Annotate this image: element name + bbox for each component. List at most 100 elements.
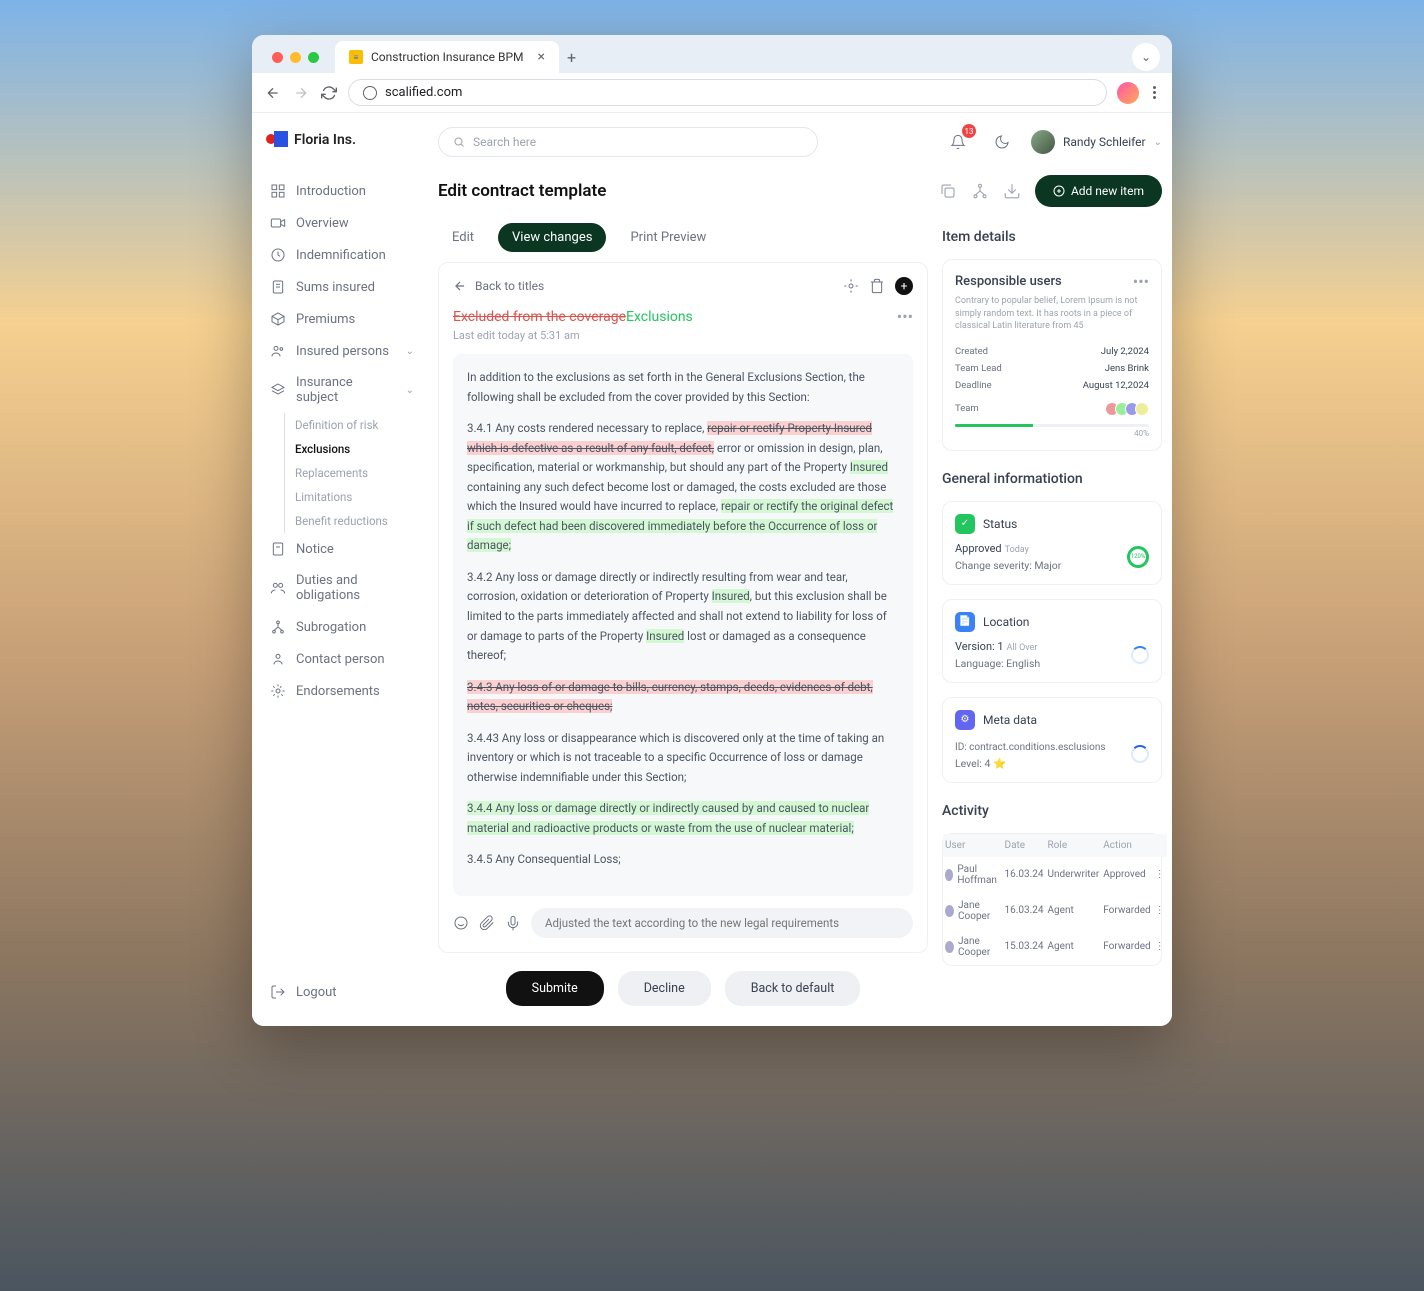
sidebar-label: Contact person	[296, 652, 385, 667]
activity-action: Forwarded	[1101, 893, 1152, 929]
emoji-icon[interactable]	[453, 915, 469, 931]
browser-menu-button[interactable]	[1149, 82, 1160, 103]
search-placeholder: Search here	[473, 135, 536, 149]
browser-window: ≡ Construction Insurance BPM × + ⌄ scali…	[252, 35, 1172, 1026]
arrow-left-icon	[453, 279, 467, 293]
sidebar-item-insured-persons[interactable]: Insured persons ⌄	[266, 335, 418, 367]
tab-print-preview[interactable]: Print Preview	[616, 223, 720, 252]
add-icon[interactable]: +	[895, 277, 913, 295]
th-role: Role	[1046, 834, 1102, 857]
sidebar: Floria Ins. Introduction Overview Indemn…	[252, 113, 432, 1026]
sidebar-label: Insurance subject	[296, 375, 396, 405]
version-sub: All Over	[1007, 643, 1038, 653]
sidebar-item-contact[interactable]: Contact person	[266, 643, 418, 675]
copy-icon[interactable]	[939, 182, 957, 200]
item-details-heading: Item details	[942, 229, 1162, 245]
activity-row: Jane Cooper15.03.24AgentForwarded⋮	[943, 929, 1167, 965]
add-new-item-button[interactable]: Add new item	[1035, 175, 1162, 207]
theme-toggle[interactable]	[987, 127, 1017, 157]
row-more-icon[interactable]: ⋮	[1153, 929, 1167, 965]
add-button-label: Add new item	[1071, 184, 1144, 198]
group-icon	[270, 580, 286, 596]
download-icon[interactable]	[1003, 182, 1021, 200]
submit-button[interactable]: Submite	[506, 971, 604, 1006]
sub-item-exclusions[interactable]: Exclusions	[285, 437, 418, 461]
browser-tab[interactable]: ≡ Construction Insurance BPM ×	[335, 41, 559, 73]
profile-button[interactable]	[1117, 82, 1139, 104]
paragraph-343: 3.4.3 Any loss of or damage to bills, cu…	[467, 678, 899, 717]
settings-icon[interactable]	[843, 278, 859, 294]
brand[interactable]: Floria Ins.	[266, 131, 418, 149]
team-avatars[interactable]	[1109, 402, 1149, 416]
sidebar-item-overview[interactable]: Overview	[266, 207, 418, 239]
language: Language: English	[955, 657, 1040, 670]
th-user: User	[943, 834, 1003, 857]
sub-item-benefit[interactable]: Benefit reductions	[285, 509, 418, 533]
activity-date: 16.03.24	[1003, 857, 1046, 893]
progress-bar	[955, 424, 1149, 427]
sidebar-item-subrogation[interactable]: Subrogation	[266, 611, 418, 643]
row-more-icon[interactable]: ⋮	[1153, 893, 1167, 929]
content-column: Search here 13 Randy Schleifer	[438, 127, 1162, 1006]
tab-view-changes[interactable]: View changes	[498, 223, 606, 252]
general-info-heading: General informatiotion	[942, 471, 1162, 487]
search-input[interactable]: Search here	[438, 127, 818, 157]
tabs-overflow-button[interactable]: ⌄	[1132, 43, 1160, 71]
sub-item-limitations[interactable]: Limitations	[285, 485, 418, 509]
more-icon[interactable]: •••	[897, 307, 913, 326]
back-to-titles[interactable]: Back to titles	[453, 279, 544, 293]
user-menu[interactable]: Randy Schleifer ⌄	[1031, 130, 1162, 154]
sidebar-item-sums-insured[interactable]: Sums insured	[266, 271, 418, 303]
activity-row: Jane Cooper16.03.24AgentForwarded⋮	[943, 893, 1167, 929]
avatar	[1135, 402, 1149, 416]
responsible-panel: Responsible users ••• Contrary to popula…	[942, 259, 1162, 451]
forward-button[interactable]	[292, 84, 310, 102]
new-tab-button[interactable]: +	[567, 48, 576, 67]
activity-row: Paul Hoffman16.03.24UnderwriterApproved⋮	[943, 857, 1167, 893]
activity-date: 15.03.24	[1003, 929, 1046, 965]
back-label: Back to titles	[475, 279, 544, 293]
sidebar-item-introduction[interactable]: Introduction	[266, 175, 418, 207]
decline-button[interactable]: Decline	[618, 971, 711, 1006]
maximize-window-button[interactable]	[308, 52, 319, 63]
plus-circle-icon	[1053, 185, 1065, 197]
logout-button[interactable]: Logout	[266, 976, 418, 1008]
sidebar-label: Subrogation	[296, 620, 366, 635]
sidebar-item-insurance-subject[interactable]: Insurance subject ⌄	[266, 367, 418, 413]
comment-input[interactable]	[531, 908, 913, 938]
activity-action: Approved	[1101, 857, 1152, 893]
reload-button[interactable]	[320, 84, 338, 102]
close-tab-icon[interactable]: ×	[537, 49, 544, 65]
sidebar-item-indemnification[interactable]: Indemnification	[266, 239, 418, 271]
minimize-window-button[interactable]	[290, 52, 301, 63]
sidebar-item-premiums[interactable]: Premiums	[266, 303, 418, 335]
url-bar[interactable]: scalified.com	[348, 79, 1107, 106]
row-more-icon[interactable]: ⋮	[1153, 857, 1167, 893]
sidebar-item-notice[interactable]: Notice	[266, 533, 418, 565]
more-icon[interactable]: •••	[1133, 272, 1149, 291]
sidebar-item-endorsements[interactable]: Endorsements	[266, 675, 418, 707]
globe-icon	[363, 86, 377, 100]
attachment-icon[interactable]	[479, 915, 495, 931]
tab-edit[interactable]: Edit	[438, 223, 488, 252]
status-label: Status	[983, 517, 1017, 531]
logout-label: Logout	[296, 985, 337, 1000]
progress-pct: 40%	[955, 429, 1149, 438]
tree-icon	[270, 619, 286, 635]
back-button[interactable]	[264, 84, 282, 102]
app-body: Floria Ins. Introduction Overview Indemn…	[252, 113, 1172, 1026]
sub-item-replacements[interactable]: Replacements	[285, 461, 418, 485]
notifications-button[interactable]: 13	[943, 127, 973, 157]
trash-icon[interactable]	[869, 278, 885, 294]
url-text: scalified.com	[385, 85, 462, 100]
doc-subtitle: Last edit today at 5:31 am	[453, 329, 913, 342]
doc-title: Excluded from the coverageExclusions	[453, 309, 693, 325]
close-window-button[interactable]	[272, 52, 283, 63]
paragraph-3443: 3.4.43 Any loss or disappearance which i…	[467, 729, 899, 788]
hierarchy-icon[interactable]	[971, 182, 989, 200]
reset-button[interactable]: Back to default	[725, 971, 861, 1006]
sidebar-item-duties[interactable]: Duties and obligations	[266, 565, 418, 611]
logout-icon	[270, 984, 286, 1000]
sub-item-definition[interactable]: Definition of risk	[285, 413, 418, 437]
mic-icon[interactable]	[505, 915, 521, 931]
